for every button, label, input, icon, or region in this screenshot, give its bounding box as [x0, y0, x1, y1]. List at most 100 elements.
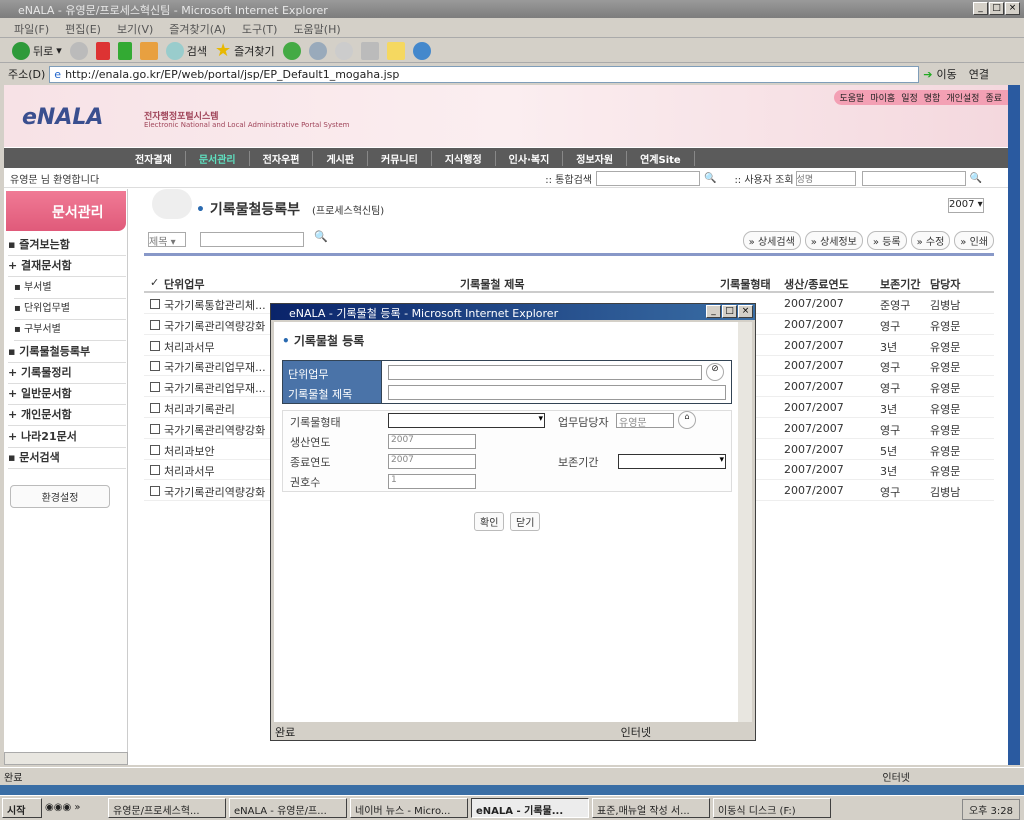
- row-checkbox[interactable]: [150, 403, 160, 413]
- enala-logo[interactable]: eNALA: [22, 105, 103, 130]
- action-button[interactable]: » 수정: [910, 231, 951, 250]
- nav-item[interactable]: 인사·복지: [496, 150, 564, 166]
- row-checkbox[interactable]: [150, 340, 160, 351]
- taskbar-item[interactable]: eNALA - 유영문/프...: [229, 797, 347, 818]
- sidebar-item[interactable]: ▪ 즐겨보는함: [8, 235, 126, 256]
- top-link[interactable]: 일정: [901, 91, 918, 104]
- file-title-input[interactable]: [388, 385, 726, 400]
- search-icon[interactable]: 🔍: [704, 173, 716, 184]
- select-all-checkbox[interactable]: ✓: [150, 276, 159, 289]
- menu-item[interactable]: 파일(F): [14, 21, 49, 36]
- messenger-icon[interactable]: [412, 41, 431, 60]
- start-button[interactable]: 시작: [2, 797, 42, 818]
- taskbar-item[interactable]: eNALA - 기록물...: [471, 797, 589, 818]
- note-icon[interactable]: [386, 41, 405, 60]
- nav-item[interactable]: 문서관리: [186, 150, 250, 166]
- forward-icon[interactable]: [69, 41, 88, 60]
- nav-item[interactable]: 전자결재: [122, 150, 186, 166]
- unit-task-lookup-icon[interactable]: ⊘: [706, 363, 724, 381]
- stop-icon[interactable]: [95, 41, 110, 60]
- dialog-minimize-button[interactable]: _: [706, 305, 721, 318]
- user-search-input[interactable]: [861, 171, 966, 186]
- row-checkbox[interactable]: [150, 423, 160, 434]
- search-icon[interactable]: 🔍: [314, 230, 328, 243]
- home-icon[interactable]: [139, 41, 158, 60]
- quick-launch[interactable]: ◉◉◉ »: [45, 802, 105, 813]
- integrated-search-input[interactable]: [595, 171, 700, 186]
- settings-button[interactable]: 환경설정: [10, 485, 110, 508]
- close-button[interactable]: ×: [1005, 2, 1020, 15]
- page-scrollbar[interactable]: [1008, 85, 1020, 765]
- sidebar-item[interactable]: ▪ 구부서별: [14, 320, 126, 342]
- favorites-button[interactable]: ★ 즐겨찾기: [215, 40, 275, 61]
- unit-task-input[interactable]: [388, 365, 702, 380]
- edit-icon[interactable]: [360, 41, 379, 60]
- column-header[interactable]: 담당자: [930, 276, 960, 292]
- filter-input[interactable]: [200, 232, 304, 247]
- sidebar-item[interactable]: + 개인문서함: [8, 405, 126, 427]
- taskbar-item[interactable]: 이동식 디스크 (F:): [713, 797, 831, 818]
- column-header[interactable]: 생산/종료연도: [784, 276, 849, 292]
- column-header[interactable]: 기록물형태: [720, 276, 771, 292]
- action-button[interactable]: » 상세정보: [804, 231, 863, 250]
- sidebar-hscrollbar[interactable]: [4, 752, 128, 765]
- back-button[interactable]: 뒤로 ▾: [12, 41, 62, 60]
- minimize-button[interactable]: _: [973, 2, 988, 15]
- menu-item[interactable]: 도움말(H): [293, 21, 340, 36]
- dialog-scrollbar[interactable]: [738, 322, 752, 722]
- url-input[interactable]: e http://enala.go.kr/EP/web/portal/jsp/EP…: [49, 65, 920, 83]
- user-search-icon[interactable]: 🔍: [970, 173, 982, 184]
- end-year-input[interactable]: 2007: [388, 454, 476, 469]
- year-select[interactable]: 2007 ▾: [948, 198, 984, 213]
- row-checkbox[interactable]: [150, 382, 160, 393]
- sidebar-item[interactable]: ▪ 문서검색: [8, 448, 126, 469]
- taskbar-item[interactable]: 네이버 뉴스 - Micro...: [350, 797, 468, 818]
- row-checkbox[interactable]: [150, 319, 160, 330]
- refresh-icon[interactable]: [117, 41, 132, 60]
- nav-item[interactable]: 커뮤니티: [368, 150, 432, 166]
- type-select[interactable]: ▾: [388, 413, 545, 428]
- sidebar-item[interactable]: ▪ 기록물철등록부: [8, 342, 126, 363]
- sidebar-item[interactable]: + 결재문서함: [8, 256, 126, 278]
- action-button[interactable]: » 인쇄: [954, 231, 994, 250]
- action-button[interactable]: » 등록: [866, 231, 907, 250]
- menu-item[interactable]: 즐겨찾기(A): [169, 21, 226, 36]
- sidebar-item[interactable]: + 기록물정리: [8, 363, 126, 384]
- sidebar-item[interactable]: + 나라21문서: [8, 427, 126, 448]
- column-header[interactable]: 단위업무: [164, 276, 204, 292]
- nav-item[interactable]: 전자우편: [250, 150, 314, 166]
- mail-icon[interactable]: [308, 41, 327, 60]
- top-link[interactable]: 명함: [924, 91, 941, 104]
- menu-item[interactable]: 보기(V): [117, 21, 153, 36]
- sidebar-item[interactable]: + 일반문서함: [8, 384, 126, 406]
- row-checkbox[interactable]: [150, 465, 160, 476]
- print-icon[interactable]: [334, 41, 353, 60]
- links-button[interactable]: 연결: [969, 66, 989, 82]
- dialog-close-button[interactable]: ×: [738, 305, 753, 318]
- close-dialog-button[interactable]: 닫기: [510, 512, 541, 531]
- org-chart-icon[interactable]: ⌂: [678, 411, 696, 429]
- search-button[interactable]: 검색: [165, 41, 207, 60]
- dialog-maximize-button[interactable]: □: [722, 305, 737, 318]
- column-header[interactable]: 보존기간: [880, 276, 920, 292]
- nav-item[interactable]: 게시판: [313, 150, 369, 166]
- nav-item[interactable]: 지식행정: [432, 150, 496, 166]
- column-header[interactable]: 기록물철 제목: [460, 276, 525, 292]
- menu-item[interactable]: 도구(T): [242, 21, 278, 36]
- top-link[interactable]: 종료: [985, 91, 1002, 104]
- sidebar-item[interactable]: ▪ 부서별: [14, 278, 126, 299]
- row-checkbox[interactable]: [150, 444, 160, 455]
- maximize-button[interactable]: □: [989, 2, 1004, 15]
- row-checkbox[interactable]: [150, 486, 160, 497]
- user-search-select[interactable]: 성명: [795, 171, 856, 186]
- row-checkbox[interactable]: [150, 299, 160, 309]
- taskbar-item[interactable]: 표준,매뉴얼 작성 서...: [592, 797, 710, 818]
- prod-year-input[interactable]: 2007: [388, 434, 476, 449]
- history-icon[interactable]: [282, 41, 301, 60]
- nav-item[interactable]: 정보자원: [563, 150, 628, 166]
- menu-item[interactable]: 편집(E): [65, 21, 101, 36]
- sidebar-item[interactable]: ▪ 단위업무별: [14, 299, 126, 320]
- volumes-input[interactable]: 1: [388, 474, 476, 489]
- taskbar-item[interactable]: 유영문/프로세스혁...: [108, 797, 226, 818]
- row-checkbox[interactable]: [150, 361, 160, 372]
